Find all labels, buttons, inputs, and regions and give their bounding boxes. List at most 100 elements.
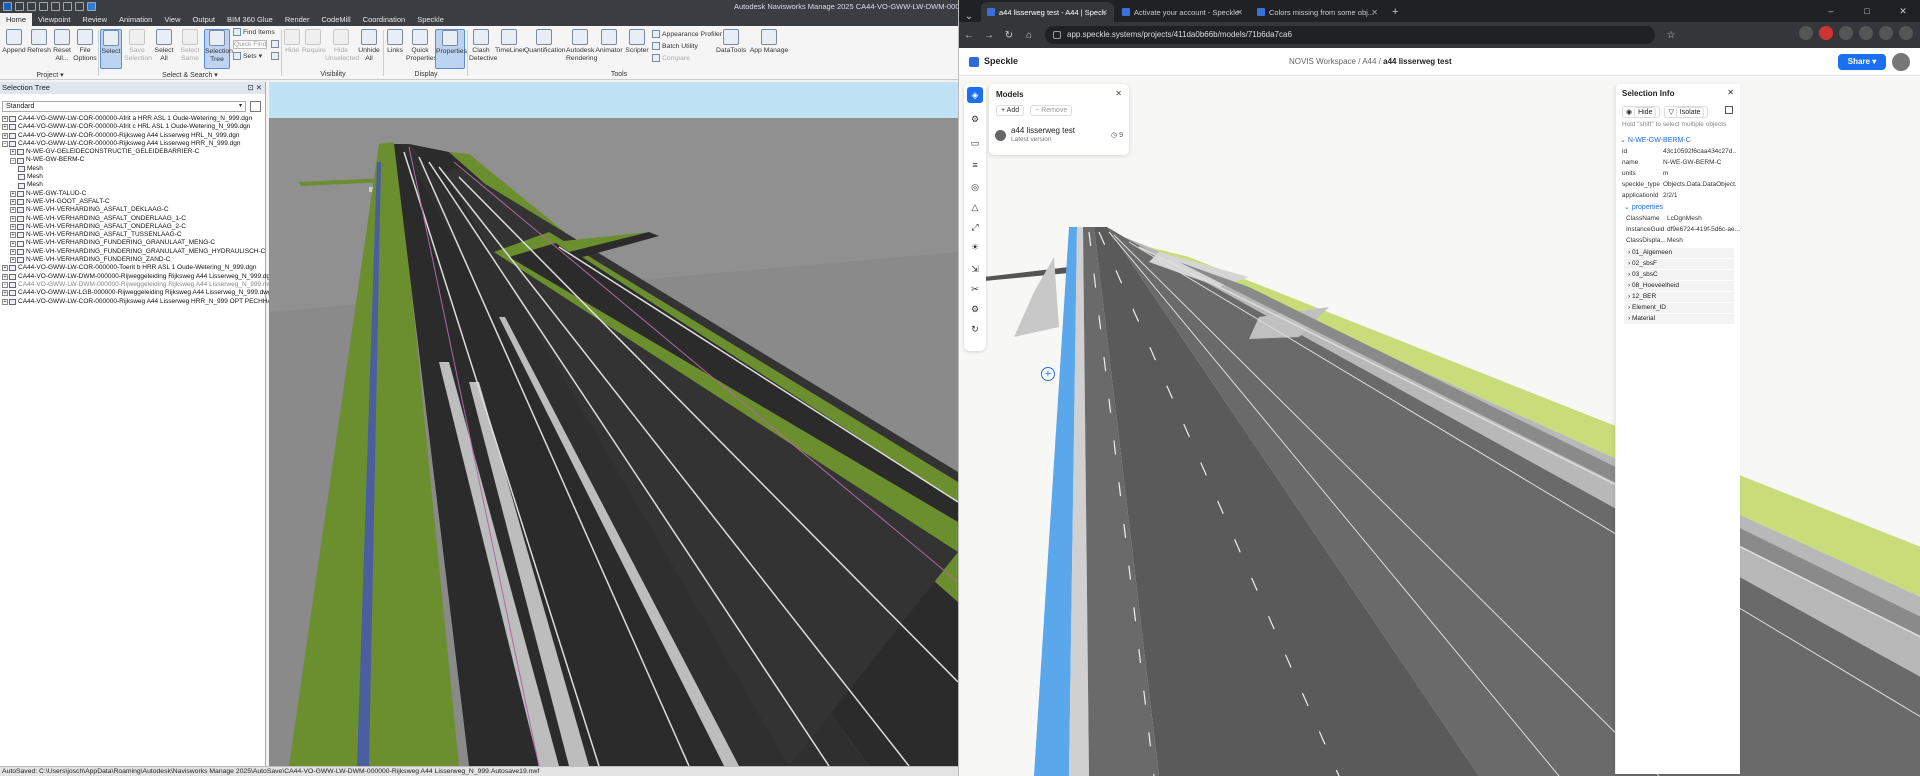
menu-icon[interactable] [1899, 26, 1913, 40]
back-icon[interactable]: ← [959, 30, 979, 41]
expand-icon[interactable]: + [10, 257, 16, 264]
tree-item[interactable]: + N-WE-VH-GOOT_ASFALT-C [0, 198, 264, 206]
property-group[interactable]: › 01_Algemeen [1624, 248, 1734, 258]
refresh-button[interactable]: Refresh [27, 29, 51, 55]
expand-icon[interactable]: + [10, 215, 16, 222]
remove-model-button[interactable]: − Remove [1030, 105, 1073, 116]
tab-output[interactable]: Output [186, 13, 221, 26]
tree-item[interactable]: Mesh [0, 165, 264, 173]
close-icon[interactable]: ✕ [1371, 8, 1378, 17]
properties-toggle[interactable]: ⌄ properties [1624, 203, 1663, 211]
tree-item[interactable]: + CA44-VO-GWW-LW-COR-000000-Afrit c HRL A… [0, 123, 264, 131]
profile-icon[interactable] [1879, 26, 1893, 40]
panel-controls[interactable]: ⊡ ✕ [247, 82, 262, 94]
tab-view[interactable]: View [158, 13, 186, 26]
breadcrumb-project[interactable]: A44 [1362, 57, 1376, 66]
close-icon[interactable]: ✕ [1115, 89, 1122, 98]
expand-icon[interactable]: + [10, 240, 16, 247]
tree-item[interactable]: Mesh [0, 181, 264, 189]
settings-icon[interactable]: ⚙ [967, 301, 983, 317]
tree-item[interactable]: + N-WE-VH-VERHARDING_ASFALT_ONDERLAAG_1-C [0, 215, 264, 223]
tree-item[interactable]: − CA44-VO-GWW-LW-COR-000000-Rijksweg A44 … [0, 140, 264, 148]
navisworks-3d-viewport[interactable] [269, 82, 958, 766]
tab-viewpoint[interactable]: Viewpoint [32, 13, 76, 26]
tree-item[interactable]: + CA44-VO-GWW-LW-DWM-000000-Rijweggeleidi… [0, 281, 275, 289]
links-button[interactable]: Links [385, 29, 405, 55]
tree-item[interactable]: + CA44-VO-GWW-LW-DWM-000000-Rijweggeleidi… [0, 273, 274, 281]
tab-animation[interactable]: Animation [113, 13, 158, 26]
unhide-all-button[interactable]: Unhide All [358, 29, 380, 62]
appearance-profiler-button[interactable]: Appearance Profiler [652, 30, 722, 38]
save-icon[interactable] [39, 2, 48, 11]
selection-tree-button[interactable]: Selection Tree [204, 29, 233, 69]
zoom-extents-icon[interactable]: ⤢ [967, 219, 983, 235]
layers-icon[interactable]: ≡ [967, 157, 983, 173]
model-row[interactable]: a44 lisserweg test Latest version ◷ 9 [995, 124, 1123, 150]
expand-icon[interactable]: + [10, 190, 16, 197]
tree-item[interactable]: + CA44-VO-GWW-LW-COR-000000-Rijksweg A44 … [0, 298, 297, 306]
site-info-icon[interactable] [1053, 31, 1061, 39]
find-items-button[interactable]: Find Items [233, 28, 275, 36]
share-button[interactable]: Share ▾ [1838, 54, 1886, 70]
maximize-button[interactable]: □ [1849, 0, 1885, 22]
expand-icon[interactable]: + [10, 199, 16, 206]
quick-find-go[interactable] [271, 40, 279, 48]
datatools-button[interactable]: DataTools [716, 29, 746, 55]
tree-item[interactable]: + CA44-VO-GWW-LW-COR-000000-Rijksweg A44 … [0, 132, 264, 140]
browser-tab-active[interactable]: a44 lisserweg test - A44 | Speck ✕ [981, 2, 1114, 22]
breadcrumb-workspace[interactable]: NOVIS Workspace [1289, 57, 1356, 66]
hide-button[interactable]: Hide [283, 29, 301, 55]
extension-icon[interactable] [1819, 26, 1833, 40]
tab-search-icon[interactable]: ⌄ [959, 11, 979, 22]
tab-codemill[interactable]: CodeMill [315, 13, 356, 26]
tree-item[interactable]: + N-WE-VH-VERHARDING_ASFALT_TUSSENLAAG-C [0, 231, 264, 239]
close-icon[interactable]: ✕ [1727, 88, 1734, 97]
expand-icon[interactable]: + [10, 207, 16, 214]
expand-icon[interactable]: + [2, 116, 8, 123]
expand-icon[interactable]: + [2, 132, 8, 139]
expand-icon[interactable]: + [2, 273, 8, 280]
reload-icon[interactable]: ↻ [999, 30, 1019, 41]
timeliner-button[interactable]: TimeLiner [495, 29, 525, 55]
home-icon[interactable]: ⌂ [1019, 30, 1039, 41]
speckle-viewer[interactable]: ◈ ⚙ ▭ ≡ ◎ △ ⤢ ☀ ⇲ ✂ ⚙ ↻ Models ✕ + Add −… [959, 77, 1920, 776]
undo-icon[interactable] [63, 2, 72, 11]
speckle-3d-render[interactable] [959, 77, 1920, 776]
new-tab-button[interactable]: + [1384, 2, 1406, 22]
open-external-icon[interactable] [1725, 106, 1733, 114]
expand-icon[interactable]: − [2, 141, 8, 148]
reset-all-button[interactable]: Reset All... [52, 29, 72, 62]
append-button[interactable]: Append [2, 29, 26, 55]
tab-coordination[interactable]: Coordination [357, 13, 412, 26]
expand-icon[interactable]: + [10, 248, 16, 255]
measure-icon[interactable]: △ [967, 199, 983, 215]
tree-item[interactable]: + N-WE-GW-TALUD-C [0, 190, 264, 198]
tree-options-icon[interactable] [250, 101, 261, 112]
tree-item[interactable]: + N-WE-VH-VERHARDING_FUNDERING_GRANULAAT_… [0, 239, 264, 247]
expand-icon[interactable]: + [10, 149, 16, 156]
compare-button[interactable]: Compare [652, 54, 690, 62]
close-icon[interactable]: ✕ [1101, 8, 1108, 17]
selected-object-name[interactable]: ⌄ N-WE-GW-BERM-C [1620, 136, 1691, 144]
browser-tab[interactable]: Colors missing from some obj... ✕ [1251, 2, 1384, 22]
bookmark-star-icon[interactable]: ☆ [1661, 30, 1681, 41]
sidebar-icon[interactable] [1859, 26, 1873, 40]
close-window-button[interactable]: ✕ [1885, 0, 1920, 22]
tree-mode-select[interactable]: Standard ▾ [2, 101, 246, 112]
tree-item[interactable]: − N-WE-GW-BERM-C [0, 156, 264, 164]
property-group[interactable]: › 08_Hoeveelheid [1624, 281, 1734, 291]
isolate-button[interactable]: ▽ Isolate [1664, 106, 1709, 118]
tree-item[interactable]: + N-WE-VH-VERHARDING_FUNDERING_ZAND-C [0, 256, 264, 264]
tree-item[interactable]: + CA44-VO-GWW-LW-LGB-000000-Rijweggeleidi… [0, 289, 272, 297]
require-button[interactable]: Require [302, 29, 326, 55]
property-group[interactable]: › Material [1624, 314, 1734, 324]
sets-dropdown[interactable]: Sets ▾ [233, 52, 262, 60]
expand-icon[interactable]: + [2, 265, 8, 272]
hide-button[interactable]: ◉ Hide [1622, 106, 1661, 118]
filters-icon[interactable]: ⚙ [967, 111, 983, 127]
avatar[interactable] [1892, 53, 1910, 71]
reset-view-icon[interactable]: ↻ [967, 321, 983, 337]
tab-speckle[interactable]: Speckle [411, 13, 450, 26]
sun-icon[interactable]: ☀ [967, 239, 983, 255]
tree-item[interactable]: + CA44-VO-GWW-LW-COR-000000-Afrit a HRR A… [0, 115, 264, 123]
